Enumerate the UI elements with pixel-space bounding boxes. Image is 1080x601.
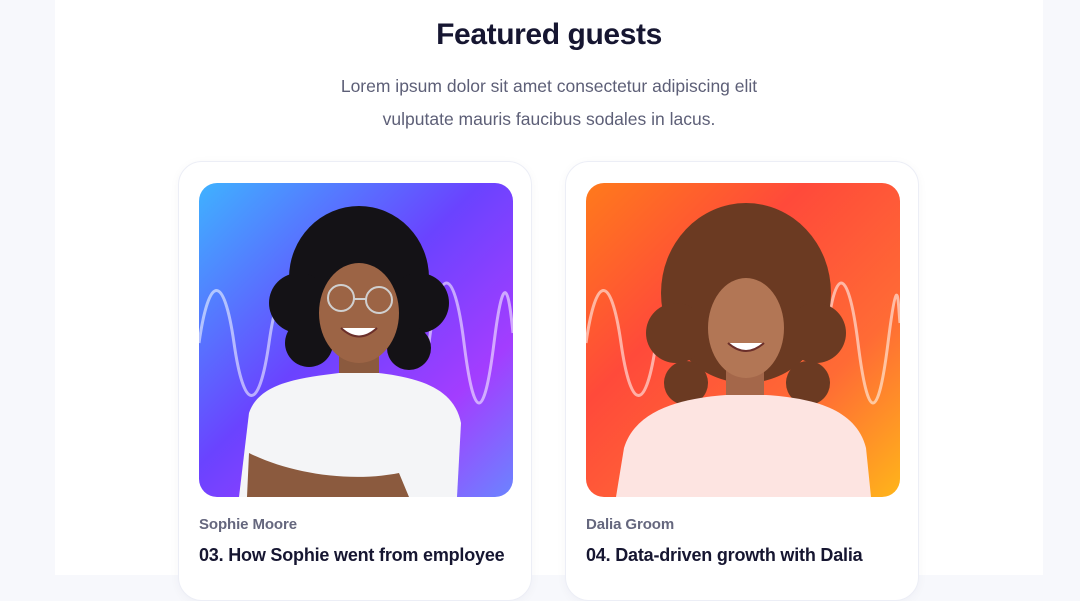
guest-card-dalia[interactable]: Dalia Groom 04. Data-driven growth with …: [565, 161, 919, 601]
guest-photo-icon: [586, 183, 900, 497]
subtitle-line-2: vulputate mauris faucibus sodales in lac…: [382, 109, 716, 129]
guest-name: Sophie Moore: [199, 516, 297, 533]
face-shape: [708, 278, 784, 378]
guest-photo[interactable]: [199, 183, 513, 497]
subtitle-line-1: Lorem ipsum dolor sit amet consectetur a…: [340, 76, 758, 96]
guest-photo[interactable]: [586, 183, 900, 497]
face-shape: [319, 263, 399, 363]
episode-title-link[interactable]: 03. How Sophie went from employee: [199, 545, 519, 566]
episode-title-link[interactable]: 04. Data-driven growth with Dalia: [586, 545, 906, 566]
guest-card-sophie[interactable]: Sophie Moore 03. How Sophie went from em…: [178, 161, 532, 601]
guest-name: Dalia Groom: [586, 516, 675, 533]
section-title: Featured guests: [436, 18, 662, 51]
guest-photo-icon: [199, 183, 513, 497]
section-subtitle: Lorem ipsum dolor sit amet consectetur a…: [0, 70, 1080, 136]
